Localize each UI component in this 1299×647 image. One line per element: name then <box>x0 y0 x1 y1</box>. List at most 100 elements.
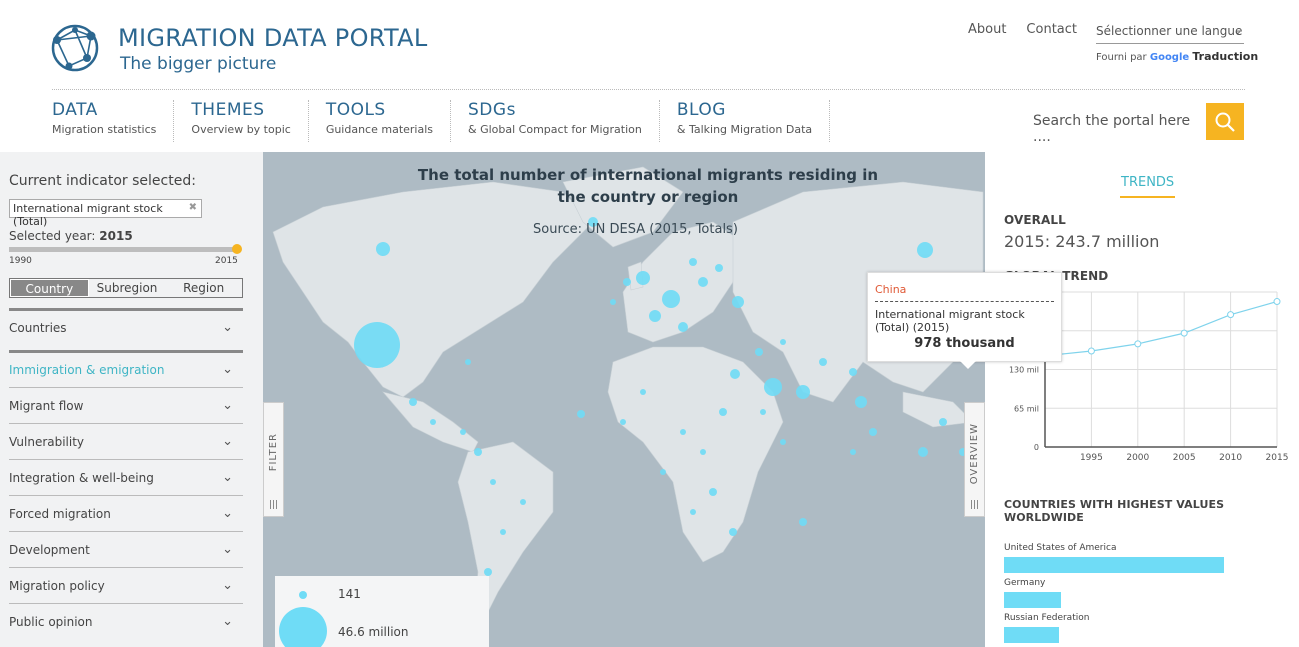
chevron-down-icon: ⌄ <box>222 614 233 629</box>
category-label: Immigration & emigration <box>9 363 165 377</box>
nav-data[interactable]: DATA Migration statistics <box>52 100 175 142</box>
chevron-down-icon: ⌄ <box>222 578 233 593</box>
nav-themes[interactable]: THEMES Overview by topic <box>191 100 309 142</box>
translate-credit: Fourni par Google Traduction <box>1096 50 1258 63</box>
level-country[interactable]: Country <box>10 279 89 297</box>
category-label: Migrant flow <box>9 399 84 413</box>
google-logo: Google <box>1149 52 1190 63</box>
legend-small-bubble <box>299 591 307 599</box>
language-select[interactable]: Sélectionner une langue ⌄ <box>1096 24 1244 44</box>
y-tick-label: 130 mil <box>1009 366 1039 375</box>
site-header: MIGRATION DATA PORTAL The bigger picture… <box>0 0 1299 152</box>
x-tick-label: 1995 <box>1080 453 1103 463</box>
search-button[interactable] <box>1206 103 1244 140</box>
year-slider[interactable] <box>9 244 242 254</box>
chevron-down-icon: ⌄ <box>222 542 233 557</box>
level-subregion[interactable]: Subregion <box>89 279 166 297</box>
nav-data-title: DATA <box>52 100 98 120</box>
language-select-label: Sélectionner une langue <box>1096 24 1243 38</box>
drag-handle-icon: ||| <box>269 500 279 510</box>
nav-tools[interactable]: TOOLS Guidance materials <box>325 100 452 142</box>
year-min-label: 1990 <box>9 256 32 266</box>
trend-line <box>1044 300 1278 357</box>
countries-label: Countries <box>9 321 67 335</box>
map-legend: 141 46.6 million <box>275 576 489 647</box>
map-title: The total number of international migran… <box>417 166 879 206</box>
x-tick-label: 2010 <box>1219 453 1242 463</box>
indicator-chip-label: International migrant stock (Total) <box>13 202 163 228</box>
top-country-label: Russian Federation <box>1004 613 1090 623</box>
main-nav: DATA Migration statistics THEMES Overvie… <box>52 100 847 142</box>
category-label: Public opinion <box>9 615 93 629</box>
nav-tools-title: TOOLS <box>325 100 386 120</box>
trend-point[interactable] <box>1134 340 1142 348</box>
powered-prefix: Fourni par <box>1096 52 1147 63</box>
legend-large-bubble <box>279 607 327 647</box>
highest-values-label: COUNTRIES WITH HIGHEST VALUES WORLDWIDE <box>1004 498 1225 524</box>
chevron-down-icon: ⌄ <box>222 320 233 335</box>
nav-blog-title: BLOG <box>676 100 726 120</box>
overview-tab-label: OVERVIEW <box>969 423 980 485</box>
filter-tab[interactable]: FILTER ||| <box>263 402 284 517</box>
category-public-opinion[interactable]: Public opinion ⌄ <box>9 604 243 640</box>
overall-value: 2015: 243.7 million <box>1004 232 1160 251</box>
header-divider <box>52 89 1245 90</box>
trend-point[interactable] <box>1227 311 1235 319</box>
top-country-bar[interactable] <box>1004 557 1224 573</box>
contact-link[interactable]: Contact <box>1026 22 1077 37</box>
nav-sdgs[interactable]: SDGs & Global Compact for Migration <box>468 100 660 142</box>
chevron-down-icon: ⌄ <box>222 506 233 521</box>
y-tick-label: 0 <box>1034 443 1039 452</box>
category-forced-migration[interactable]: Forced migration ⌄ <box>9 496 243 532</box>
brand-name[interactable]: MIGRATION DATA PORTAL <box>118 24 428 52</box>
top-country-bar[interactable] <box>1004 627 1059 643</box>
map-source: Source: UN DESA (2015, Totals) <box>533 222 738 237</box>
tooltip-metric: International migrant stock (Total) (201… <box>875 308 1025 334</box>
category-migrant-flow[interactable]: Migrant flow ⌄ <box>9 388 243 424</box>
chevron-down-icon: ⌄ <box>222 434 233 449</box>
y-tick-label: 65 mil <box>1014 404 1039 413</box>
nav-data-sub: Migration statistics <box>52 123 157 136</box>
legend-max-label: 46.6 million <box>338 625 409 639</box>
logo-icon[interactable] <box>47 22 103 74</box>
countries-dropdown[interactable]: Countries ⌄ <box>9 310 243 346</box>
year-slider-fill <box>9 247 237 252</box>
search-input[interactable]: Search the portal here .... <box>1033 113 1203 145</box>
category-integration[interactable]: Integration & well-being ⌄ <box>9 460 243 496</box>
nav-blog-sub: & Talking Migration Data <box>676 123 813 136</box>
category-label: Forced migration <box>9 507 111 521</box>
level-region[interactable]: Region <box>165 279 242 297</box>
close-icon[interactable]: ✖ <box>189 202 197 213</box>
top-country-label: Germany <box>1004 578 1046 588</box>
tooltip-arrow <box>960 361 976 369</box>
nav-blog[interactable]: BLOG & Talking Migration Data <box>676 100 831 142</box>
tab-trends[interactable]: TRENDS <box>1120 175 1176 198</box>
top-country-bar[interactable] <box>1004 592 1061 608</box>
category-label: Vulnerability <box>9 435 85 449</box>
trends-panel: TRENDS OVERALL 2015: 243.7 million GLOBA… <box>985 152 1299 647</box>
legend-min-label: 141 <box>338 587 361 601</box>
about-link[interactable]: About <box>968 22 1006 37</box>
nav-tools-sub: Guidance materials <box>325 123 434 136</box>
search-icon <box>1215 112 1235 132</box>
world-map[interactable]: The total number of international migran… <box>263 152 985 647</box>
trend-point[interactable] <box>1273 298 1281 306</box>
overview-tab[interactable]: OVERVIEW ||| <box>964 402 985 517</box>
top-country-label: United States of America <box>1004 543 1117 553</box>
category-immigration[interactable]: Immigration & emigration ⌄ <box>9 352 243 388</box>
category-development[interactable]: Development ⌄ <box>9 532 243 568</box>
category-migration-policy[interactable]: Migration policy ⌄ <box>9 568 243 604</box>
indicator-chip[interactable]: International migrant stock (Total) ✖ <box>9 199 202 228</box>
year-slider-handle[interactable] <box>232 244 242 254</box>
level-toggle: Country Subregion Region <box>9 278 243 298</box>
tooltip-country: China <box>875 283 907 296</box>
selected-year: Selected year: 2015 <box>9 229 133 243</box>
selected-year-prefix: Selected year: <box>9 229 96 243</box>
x-tick-label: 2015 <box>1266 453 1289 463</box>
trend-point[interactable] <box>1087 347 1095 355</box>
category-vulnerability[interactable]: Vulnerability ⌄ <box>9 424 243 460</box>
filter-tab-label: FILTER <box>268 433 279 472</box>
current-indicator-label: Current indicator selected: <box>9 173 196 189</box>
chevron-down-icon: ⌄ <box>222 362 233 377</box>
trend-point[interactable] <box>1180 329 1188 337</box>
